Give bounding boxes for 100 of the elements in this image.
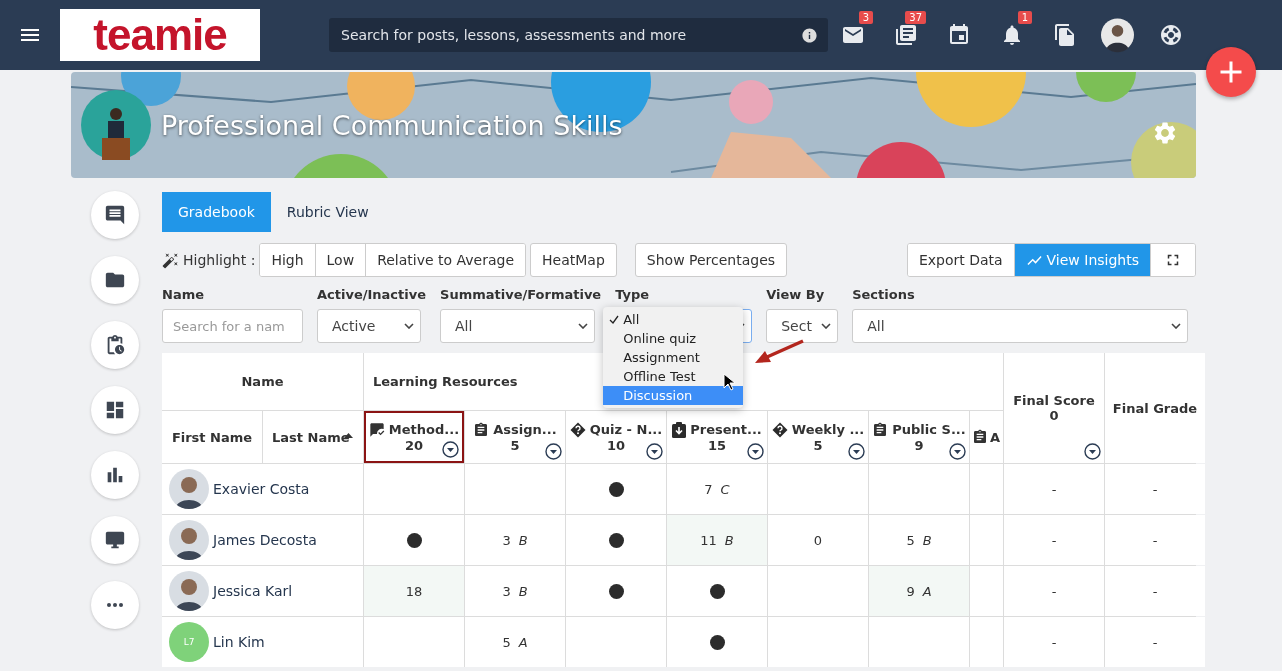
- count-badge: 37: [905, 10, 926, 24]
- column-header[interactable]: Present... 15: [667, 411, 767, 463]
- points-label: 9: [914, 437, 924, 453]
- filter-label: View By: [766, 287, 826, 304]
- filter-icon[interactable]: [1084, 443, 1101, 460]
- highlight-label: Highlight :: [183, 252, 256, 268]
- sidebar-button[interactable]: [91, 256, 139, 304]
- menu-option[interactable]: All: [603, 310, 744, 329]
- user-avatar: [169, 469, 209, 509]
- column-title: Assign...: [493, 422, 557, 437]
- column-header[interactable]: Final Score 0: [1004, 353, 1104, 463]
- chevron-down-icon: [821, 323, 832, 329]
- filter-label: Active/Inactive: [317, 287, 426, 304]
- magic-wand-icon: [162, 251, 179, 269]
- question-diamond-icon: [771, 421, 788, 438]
- points-label: 5: [813, 437, 823, 453]
- final-score-cell: -: [1004, 464, 1104, 514]
- chevron-down-icon: [1171, 323, 1182, 329]
- user-avatar: [169, 520, 209, 560]
- filter-icon[interactable]: [646, 443, 663, 460]
- letter-grade: A: [922, 583, 932, 599]
- percentages-button[interactable]: Show Percentages: [634, 243, 788, 277]
- filter-icon[interactable]: [545, 443, 562, 460]
- score: 11: [700, 532, 717, 548]
- chevron-down-icon: [404, 323, 414, 329]
- column-title: A: [990, 429, 1001, 445]
- column-header[interactable]: Method... 20: [364, 411, 464, 463]
- column-header[interactable]: A: [970, 411, 1003, 463]
- points-label: 15: [707, 437, 727, 453]
- filter-icon[interactable]: [848, 443, 865, 460]
- sidebar-button[interactable]: [91, 451, 139, 499]
- sidebar-button[interactable]: [91, 516, 139, 564]
- select-field[interactable]: All: [440, 309, 595, 343]
- highlight-button[interactable]: Relative to Average: [365, 244, 526, 276]
- filter-label: Sections: [852, 287, 916, 304]
- clipboard-icon: [473, 421, 490, 438]
- letter-grade: B: [518, 583, 528, 599]
- column-title: Weekly ...: [791, 422, 865, 437]
- column-header: Final Grade: [1105, 353, 1205, 463]
- column-title: Public S...: [892, 422, 966, 437]
- sidebar-button[interactable]: [91, 386, 139, 434]
- score: 18: [405, 583, 423, 599]
- filter-icon[interactable]: [442, 441, 459, 458]
- sidebar-button[interactable]: [91, 191, 139, 239]
- score: 7: [704, 481, 713, 497]
- letter-grade: B: [724, 532, 734, 548]
- logo[interactable]: teamie: [60, 9, 260, 61]
- select-field[interactable]: All: [852, 309, 1189, 343]
- score: 5: [906, 532, 915, 548]
- submitted-dot: [406, 532, 422, 548]
- score: 0: [813, 532, 823, 548]
- points-label: 20: [404, 437, 424, 453]
- column-header[interactable]: Quiz - N... 10: [566, 411, 666, 463]
- letter-grade: B: [922, 532, 932, 548]
- filter-label: Name: [162, 287, 205, 304]
- student-name[interactable]: Jessica Karl: [213, 583, 293, 599]
- monitor-icon: [104, 529, 126, 551]
- column-header[interactable]: Assign... 5: [465, 411, 565, 463]
- user-avatar: [169, 571, 209, 611]
- chat-icon: [104, 204, 126, 226]
- filter-icon[interactable]: [747, 443, 764, 460]
- select-field[interactable]: Active: [317, 309, 421, 343]
- score: 3: [502, 583, 511, 599]
- score: 9: [906, 583, 915, 599]
- dashboard-icon: [104, 399, 126, 421]
- student-name[interactable]: Exavier Costa: [213, 481, 310, 497]
- menu-option[interactable]: Online quiz: [603, 329, 744, 348]
- initials-avatar: L7: [169, 622, 209, 662]
- column-title: Method...: [388, 422, 460, 437]
- settings-icon: [1152, 120, 1178, 146]
- column-header[interactable]: Weekly ... 5: [768, 411, 868, 463]
- heatmap-button[interactable]: HeatMap: [530, 243, 617, 277]
- final-score-cell: -: [1004, 617, 1104, 667]
- letter-grade: A: [518, 634, 528, 650]
- points-label: 10: [606, 437, 626, 453]
- final-score-cell: -: [1004, 515, 1104, 565]
- sidebar-button[interactable]: [91, 321, 139, 369]
- select-field[interactable]: Sect: [766, 309, 839, 343]
- score: 5: [502, 634, 511, 650]
- column-header: Name: [162, 353, 363, 410]
- column-header[interactable]: First Name: [162, 411, 262, 463]
- student-name[interactable]: Lin Kim: [213, 634, 265, 650]
- menu-option[interactable]: Offline Test: [603, 367, 744, 386]
- name-search-field[interactable]: Search for a nam: [162, 309, 303, 343]
- points-label: 5: [510, 437, 520, 453]
- final-grade-cell: -: [1105, 464, 1205, 514]
- clipboard-download-icon: [672, 421, 687, 438]
- column-title: Quiz - N...: [589, 422, 663, 437]
- student-name[interactable]: James Decosta: [213, 532, 317, 548]
- add-button[interactable]: [1206, 47, 1256, 97]
- column-title: Present...: [690, 422, 762, 437]
- final-grade-cell: -: [1105, 566, 1205, 616]
- final-grade-cell: -: [1105, 617, 1205, 667]
- tab[interactable]: Rubric View: [270, 192, 385, 232]
- letter-grade: B: [518, 532, 528, 548]
- column-header[interactable]: Public S... 9: [869, 411, 969, 463]
- question-diamond-icon: [569, 421, 586, 438]
- submitted-dot: [709, 634, 725, 650]
- filter-icon[interactable]: [949, 443, 966, 460]
- column-header[interactable]: Last Name: [263, 411, 363, 463]
